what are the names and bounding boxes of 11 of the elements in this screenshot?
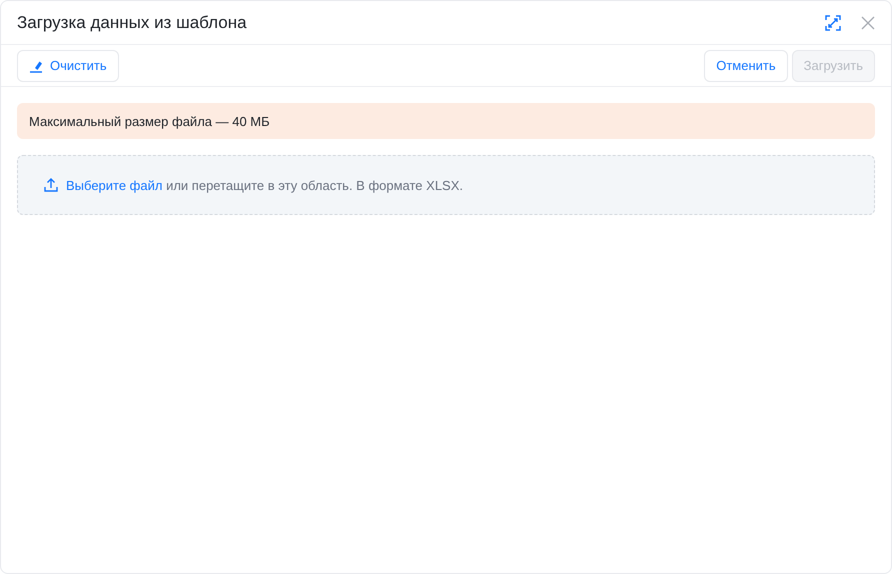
drop-hint: Выберите файл или перетащите в эту область. В формате XLSX. xyxy=(66,178,464,192)
cancel-button[interactable]: Отменить xyxy=(704,50,788,82)
choose-file-link[interactable]: Выберите файл xyxy=(66,178,162,192)
clear-button[interactable]: Очистить xyxy=(17,50,119,82)
eraser-icon xyxy=(29,58,43,72)
upload-icon xyxy=(44,178,58,192)
window-title: Загрузка данных из шаблона xyxy=(17,12,248,32)
close-icon[interactable] xyxy=(861,16,875,30)
drop-zone[interactable]: Выберите файл или перетащите в эту область. В формате XLSX. xyxy=(17,155,875,215)
expand-icon[interactable] xyxy=(825,14,841,30)
file-size-notice: Максимальный размер файла — 40 МБ xyxy=(17,103,875,139)
